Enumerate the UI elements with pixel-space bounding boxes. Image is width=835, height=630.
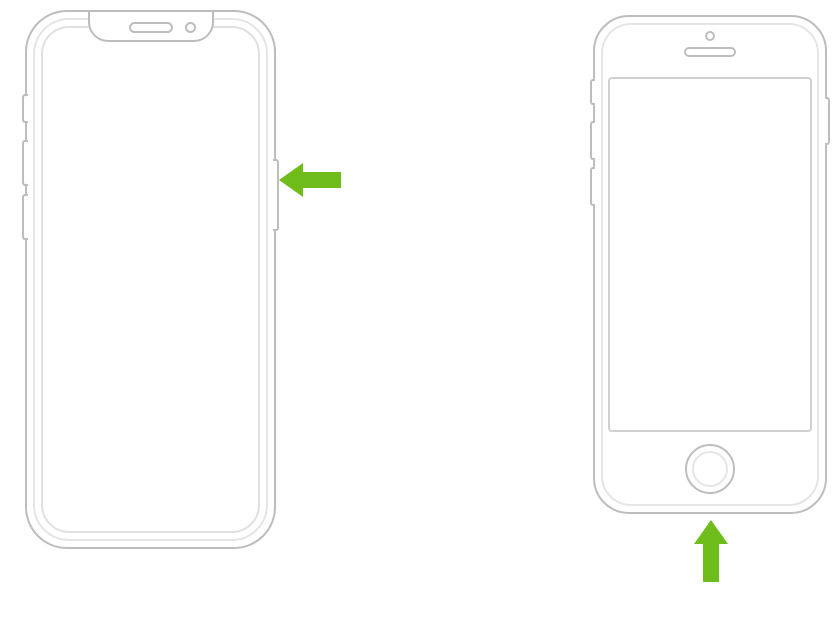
side-button (825, 97, 830, 145)
earpiece-speaker (129, 22, 173, 33)
earpiece-speaker (684, 47, 736, 57)
diagram-canvas: iPhone with Face ID, arrow pointing to s… (0, 0, 835, 630)
alt-text: iPhone with Home button, arrow pointing … (595, 17, 596, 18)
front-camera (705, 31, 715, 41)
volume-up-button (590, 121, 595, 160)
home-button (685, 444, 735, 494)
volume-down-button (590, 167, 595, 206)
arrow-up-icon (691, 520, 731, 582)
volume-up-button (22, 140, 28, 186)
arrow-left-icon (279, 160, 341, 200)
volume-down-button (22, 194, 28, 240)
mute-switch (590, 79, 595, 105)
screen (41, 26, 260, 533)
iphone-touch-id: iPhone with Home button, arrow pointing … (593, 15, 827, 514)
iphone-face-id: iPhone with Face ID, arrow pointing to s… (25, 10, 276, 549)
alt-text: iPhone with Face ID, arrow pointing to s… (27, 12, 28, 13)
screen (608, 77, 812, 432)
front-camera (185, 22, 196, 33)
mute-switch (22, 94, 28, 123)
